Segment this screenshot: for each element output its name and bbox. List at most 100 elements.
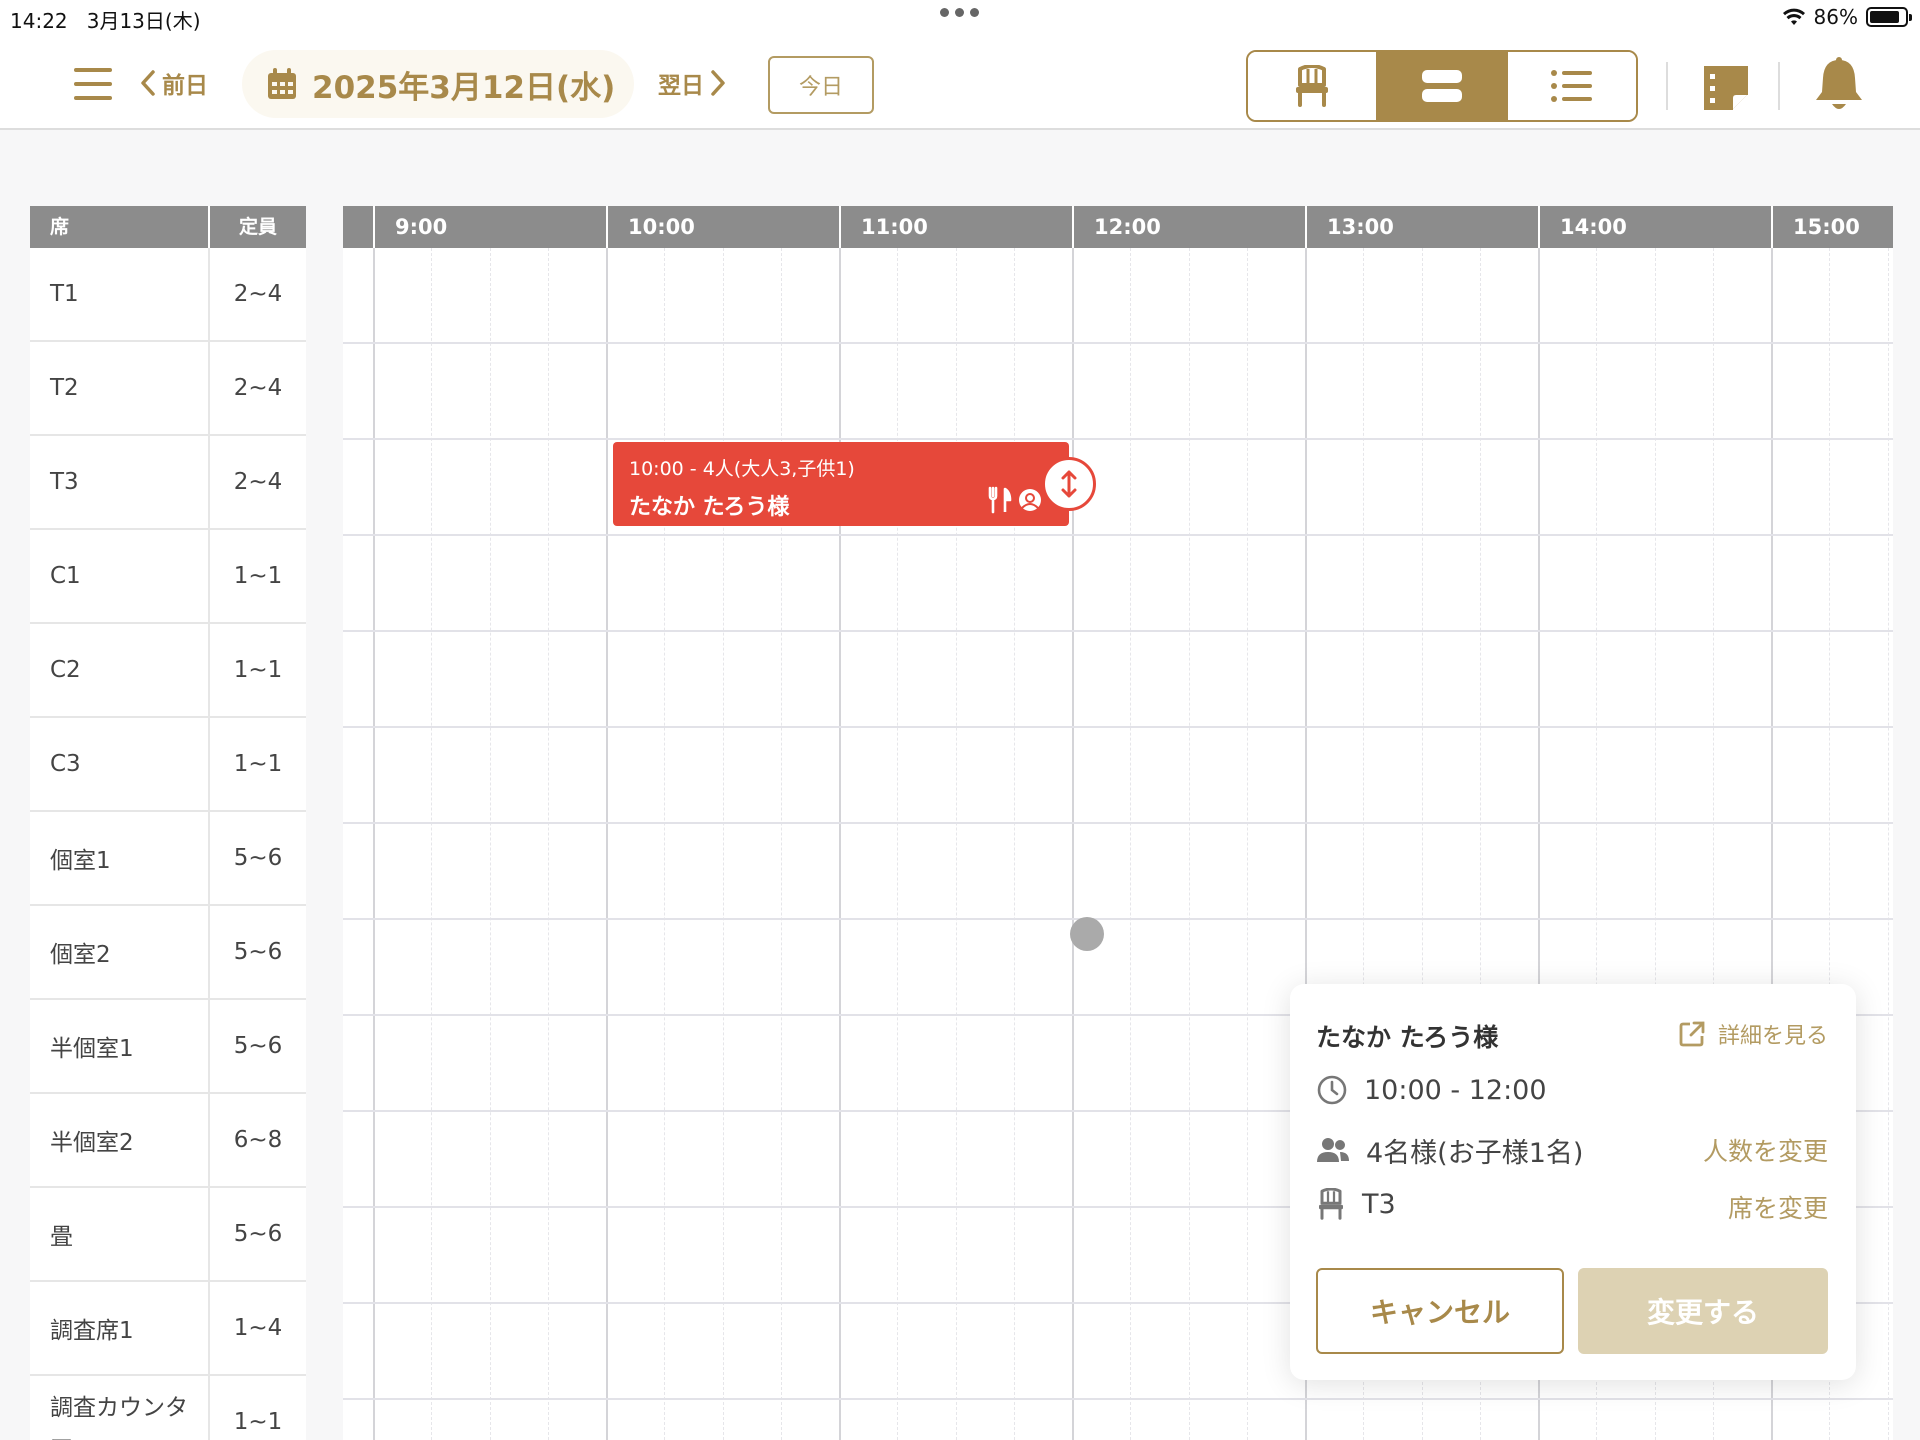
- notification-bell-icon[interactable]: [1812, 56, 1866, 114]
- hour-label: 11:00: [839, 206, 1072, 248]
- seat-capacity: 5~6: [233, 939, 283, 965]
- timeline-header: 9:00 10:00 11:00 12:00 13:00 14:00 15:00: [343, 206, 1893, 248]
- seat-capacity: 5~6: [233, 1221, 283, 1247]
- cancel-button[interactable]: キャンセル: [1316, 1268, 1564, 1354]
- hour-label: 14:00: [1538, 206, 1771, 248]
- seat-capacity: 2~4: [233, 281, 283, 307]
- list-view-tab[interactable]: [1508, 52, 1636, 120]
- vertical-resize-icon: [1061, 470, 1077, 498]
- seat-name: 調査カウンター: [30, 1376, 210, 1440]
- timeline-view-icon: [1422, 70, 1462, 102]
- resize-handle[interactable]: [1042, 457, 1096, 511]
- seat-row[interactable]: C3 1~1: [30, 718, 306, 812]
- wifi-icon: [1782, 8, 1805, 25]
- seat-row[interactable]: 調査カウンター 1~1: [30, 1376, 306, 1440]
- seat-row[interactable]: 調査席1 1~4: [30, 1282, 306, 1376]
- row-gridline: [343, 630, 1893, 632]
- seat-name: 畳: [30, 1188, 210, 1280]
- row-gridline: [343, 438, 1893, 440]
- hour-gridline: [373, 248, 375, 1440]
- chevron-left-icon: [141, 70, 155, 96]
- child-icon: [1019, 489, 1041, 511]
- timeline-view-tab[interactable]: [1378, 52, 1508, 120]
- view-details-link[interactable]: 詳細を見る: [1678, 1018, 1828, 1050]
- row-gridline: [343, 1398, 1893, 1400]
- prev-day-button[interactable]: 前日: [140, 66, 208, 100]
- row-gridline: [343, 342, 1893, 344]
- seat-row[interactable]: 半個室2 6~8: [30, 1094, 306, 1188]
- current-date: 2025年3月12日(水): [312, 69, 616, 106]
- multitask-dots-icon[interactable]: [940, 8, 979, 17]
- seat-name: 個室1: [30, 812, 210, 904]
- reservation-edit-popup: たなか たろう様 詳細を見る 10:00 - 12:00 4名様(お子様1名) …: [1290, 984, 1856, 1380]
- confirm-change-button[interactable]: 変更する: [1578, 1268, 1828, 1354]
- change-party-link[interactable]: 人数を変更: [1703, 1132, 1828, 1168]
- quarter-gridline: [547, 248, 549, 1440]
- seat-name: 個室2: [30, 906, 210, 998]
- reservation-icons: [987, 486, 1043, 514]
- toolbar-divider: [1778, 62, 1780, 110]
- popup-time: 10:00 - 12:00: [1364, 1074, 1547, 1106]
- hour-label: 12:00: [1072, 206, 1305, 248]
- quarter-gridline: [1246, 248, 1248, 1440]
- hour-gridline: [1072, 248, 1074, 1440]
- seat-table-header: 席 定員: [30, 206, 306, 248]
- popup-party-row: 4名様(お子様1名): [1316, 1131, 1583, 1170]
- hamburger-menu-icon[interactable]: [74, 68, 112, 100]
- next-day-label: 翌日: [658, 73, 704, 99]
- row-gridline: [343, 726, 1893, 728]
- seat-table: 席 定員 T1 2~4 T2 2~4 T3 2~4 C1 1~1 C2 1~1 C3 1~1 個室1 5~…: [30, 206, 306, 1440]
- chevron-right-icon: [711, 70, 725, 96]
- status-bar: 14:22 3月13日(木) 86%: [0, 0, 1920, 36]
- seat-row[interactable]: T3 2~4: [30, 436, 306, 530]
- seat-name: 半個室2: [30, 1094, 210, 1186]
- seat-row[interactable]: 畳 5~6: [30, 1188, 306, 1282]
- battery-percent: 86%: [1813, 5, 1858, 29]
- quarter-gridline: [722, 248, 724, 1440]
- battery-icon: [1866, 7, 1912, 27]
- seat-row[interactable]: T1 2~4: [30, 248, 306, 342]
- popup-party: 4名様(お子様1名): [1366, 1138, 1584, 1169]
- seat-row[interactable]: 個室1 5~6: [30, 812, 306, 906]
- popup-guest-name: たなか たろう様: [1316, 1023, 1499, 1052]
- seat-row[interactable]: C2 1~1: [30, 624, 306, 718]
- date-picker-button[interactable]: 2025年3月12日(水): [242, 50, 634, 118]
- seat-view-tab[interactable]: [1248, 52, 1378, 120]
- seat-capacity: 5~6: [233, 845, 283, 871]
- hour-gridline: [839, 248, 841, 1440]
- row-gridline: [343, 822, 1893, 824]
- seat-capacity: 1~4: [233, 1315, 283, 1341]
- cutlery-icon: [988, 486, 1012, 514]
- seat-capacity: 1~1: [233, 657, 283, 683]
- seat-capacity: 1~1: [233, 1409, 283, 1435]
- seat-row[interactable]: 個室2 5~6: [30, 906, 306, 1000]
- hour-gridline: [606, 248, 608, 1440]
- view-toggle: [1246, 50, 1638, 122]
- seat-column-header: 席: [30, 206, 210, 248]
- seat-name: T2: [30, 342, 210, 434]
- status-date: 3月13日(木): [86, 9, 201, 33]
- seat-row[interactable]: C1 1~1: [30, 530, 306, 624]
- view-details-label: 詳細を見る: [1717, 1024, 1828, 1049]
- hour-label: 10:00: [606, 206, 839, 248]
- chair-icon: [1319, 1188, 1343, 1220]
- seat-row[interactable]: 半個室1 5~6: [30, 1000, 306, 1094]
- popup-seat: T3: [1362, 1188, 1396, 1220]
- row-gridline: [343, 534, 1893, 536]
- next-day-button[interactable]: 翌日: [658, 66, 726, 100]
- reservation-block[interactable]: 10:00 - 4人(大人3,子供1) たなか たろう様: [613, 442, 1069, 526]
- seat-name: 半個室1: [30, 1000, 210, 1092]
- seat-name: C3: [30, 718, 210, 810]
- seat-row[interactable]: T2 2~4: [30, 342, 306, 436]
- today-button[interactable]: 今日: [768, 56, 874, 114]
- change-seat-link[interactable]: 席を変更: [1728, 1189, 1828, 1225]
- seat-capacity: 1~1: [233, 751, 283, 777]
- row-gridline: [343, 918, 1893, 920]
- toolbar-divider: [1666, 62, 1668, 110]
- calendar-icon: [268, 68, 296, 99]
- prev-day-label: 前日: [162, 73, 208, 99]
- quarter-gridline: [431, 248, 433, 1440]
- quarter-gridline: [1130, 248, 1132, 1440]
- status-time: 14:22 3月13日(木): [10, 5, 201, 34]
- memo-note-icon[interactable]: [1700, 64, 1752, 112]
